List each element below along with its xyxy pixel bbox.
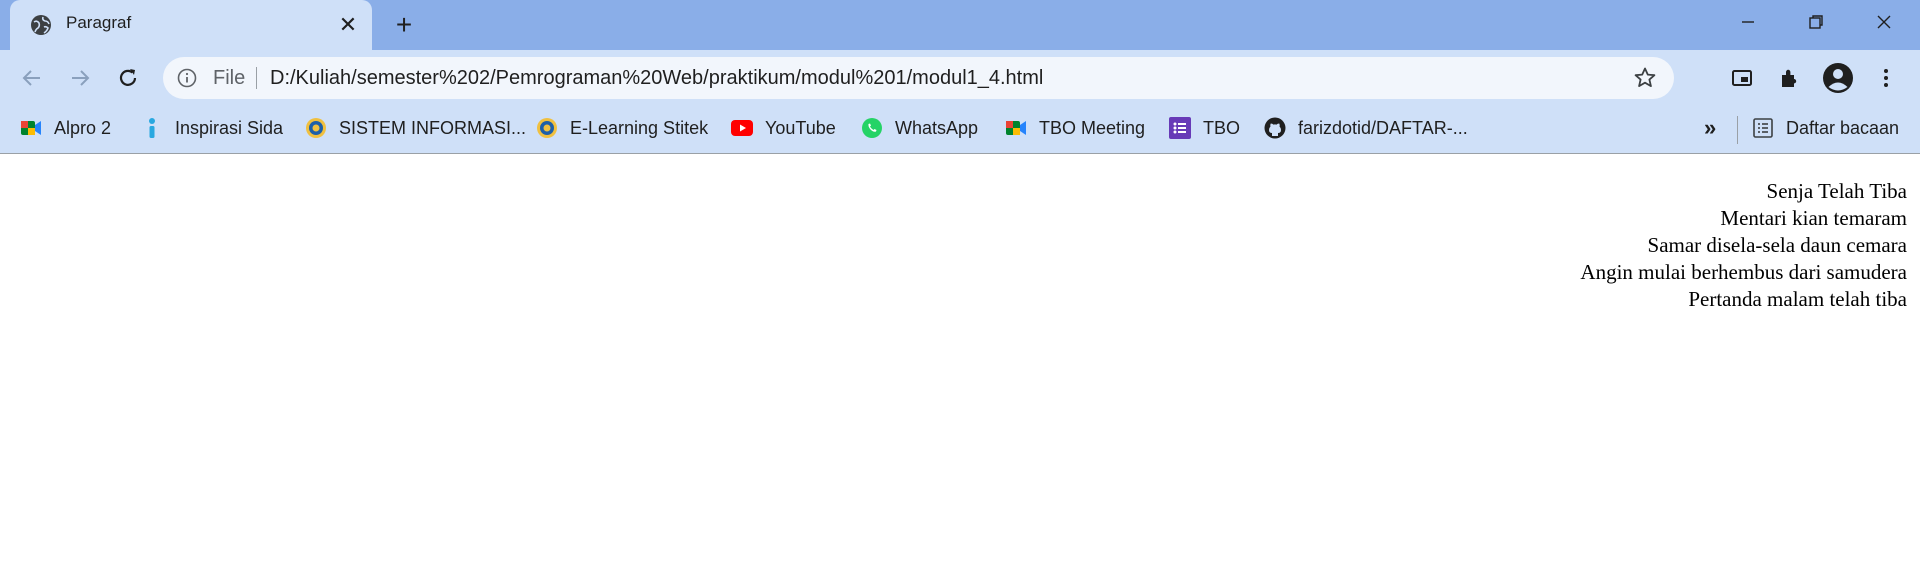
bookmark-sistem-informasi[interactable]: SISTEM INFORMASI... — [305, 113, 526, 143]
university-logo-icon — [305, 117, 327, 139]
reading-list-label: Daftar bacaan — [1786, 117, 1900, 138]
youtube-icon — [731, 117, 753, 139]
info-icon — [141, 117, 163, 139]
poem-line: Pertanda malam telah tiba — [1688, 287, 1907, 311]
tab-active[interactable]: Paragraf ✕ — [10, 0, 372, 50]
omnibox-separator — [256, 67, 257, 89]
poem-line: Senja Telah Tiba — [1766, 179, 1907, 203]
url-text[interactable]: D:/Kuliah/semester%202/Pemrograman%20Web… — [270, 67, 1043, 90]
bookmarks-divider — [1737, 116, 1738, 144]
profile-icon[interactable] — [1822, 62, 1854, 94]
google-meet-icon — [1005, 117, 1027, 139]
forward-button[interactable] — [64, 62, 96, 94]
page-content: Senja Telah Tiba Mentari kian temaram Sa… — [0, 154, 1920, 569]
bookmark-tbo[interactable]: TBO — [1169, 113, 1240, 143]
bookmark-label: WhatsApp — [895, 117, 979, 138]
bookmark-e-learning-stitek[interactable]: E-Learning Stitek — [536, 113, 708, 143]
bookmark-label: TBO — [1203, 117, 1241, 138]
reading-list-button[interactable]: Daftar bacaan — [1752, 113, 1899, 143]
globe-icon — [30, 14, 52, 36]
reload-icon — [119, 69, 137, 86]
bookmark-star-icon[interactable] — [1633, 66, 1657, 90]
toolbar: File D:/Kuliah/semester%202/Pemrograman%… — [0, 50, 1920, 106]
github-icon — [1264, 117, 1286, 139]
bookmark-label: TBO Meeting — [1039, 117, 1146, 138]
arrow-left-icon — [22, 70, 40, 86]
window-close-icon[interactable] — [1850, 0, 1918, 44]
bookmark-label: E-Learning Stitek — [570, 117, 709, 138]
bookmark-label: SISTEM INFORMASI... — [339, 117, 527, 138]
reading-list-icon — [1752, 117, 1774, 139]
bookmarks-bar: Alpro 2 Inspirasi Sida SISTEM INFORMASI.… — [0, 106, 1920, 154]
reload-button[interactable] — [112, 62, 144, 94]
address-bar[interactable]: File D:/Kuliah/semester%202/Pemrograman%… — [163, 57, 1674, 99]
poem-line: Mentari kian temaram — [1720, 206, 1907, 230]
bookmark-whatsapp[interactable]: WhatsApp — [861, 113, 978, 143]
bookmark-label: farizdotid/DAFTAR-... — [1298, 117, 1468, 138]
bookmark-label: YouTube — [765, 117, 836, 138]
tab-title: Paragraf — [66, 13, 132, 32]
bookmark-inspirasi-sida[interactable]: Inspirasi Sida — [141, 113, 283, 143]
bookmark-label: Alpro 2 — [54, 117, 112, 138]
menu-icon[interactable] — [1870, 62, 1902, 94]
bookmarks-overflow-button[interactable]: » — [1704, 115, 1716, 141]
minimize-icon[interactable] — [1714, 0, 1782, 44]
new-tab-plus-icon[interactable]: + — [390, 9, 418, 40]
google-meet-icon — [20, 117, 42, 139]
url-scheme-label: File — [213, 67, 246, 89]
arrow-right-icon — [72, 70, 90, 86]
extensions-icon[interactable] — [1774, 62, 1806, 94]
university-logo-icon — [536, 117, 558, 139]
bookmark-youtube[interactable]: YouTube — [731, 113, 836, 143]
bookmark-farizdotid[interactable]: farizdotid/DAFTAR-... — [1264, 113, 1468, 143]
info-icon[interactable] — [177, 68, 197, 88]
tab-strip: Paragraf ✕ + — [0, 0, 1920, 50]
bookmark-tbo-meeting[interactable]: TBO Meeting — [1005, 113, 1145, 143]
close-icon[interactable]: ✕ — [336, 12, 360, 37]
google-forms-icon — [1169, 117, 1191, 139]
right-aligned-paragraph: Senja Telah Tiba Mentari kian temaram Sa… — [1580, 178, 1907, 313]
bookmark-alpro-2[interactable]: Alpro 2 — [20, 113, 111, 143]
bookmark-label: Inspirasi Sida — [175, 117, 284, 138]
restore-icon[interactable] — [1782, 0, 1850, 44]
poem-line: Angin mulai berhembus dari samudera — [1580, 260, 1907, 284]
picture-in-picture-icon[interactable] — [1726, 62, 1758, 94]
poem-line: Samar disela-sela daun cemara — [1647, 233, 1907, 257]
back-button[interactable] — [16, 62, 48, 94]
whatsapp-icon — [861, 117, 883, 139]
